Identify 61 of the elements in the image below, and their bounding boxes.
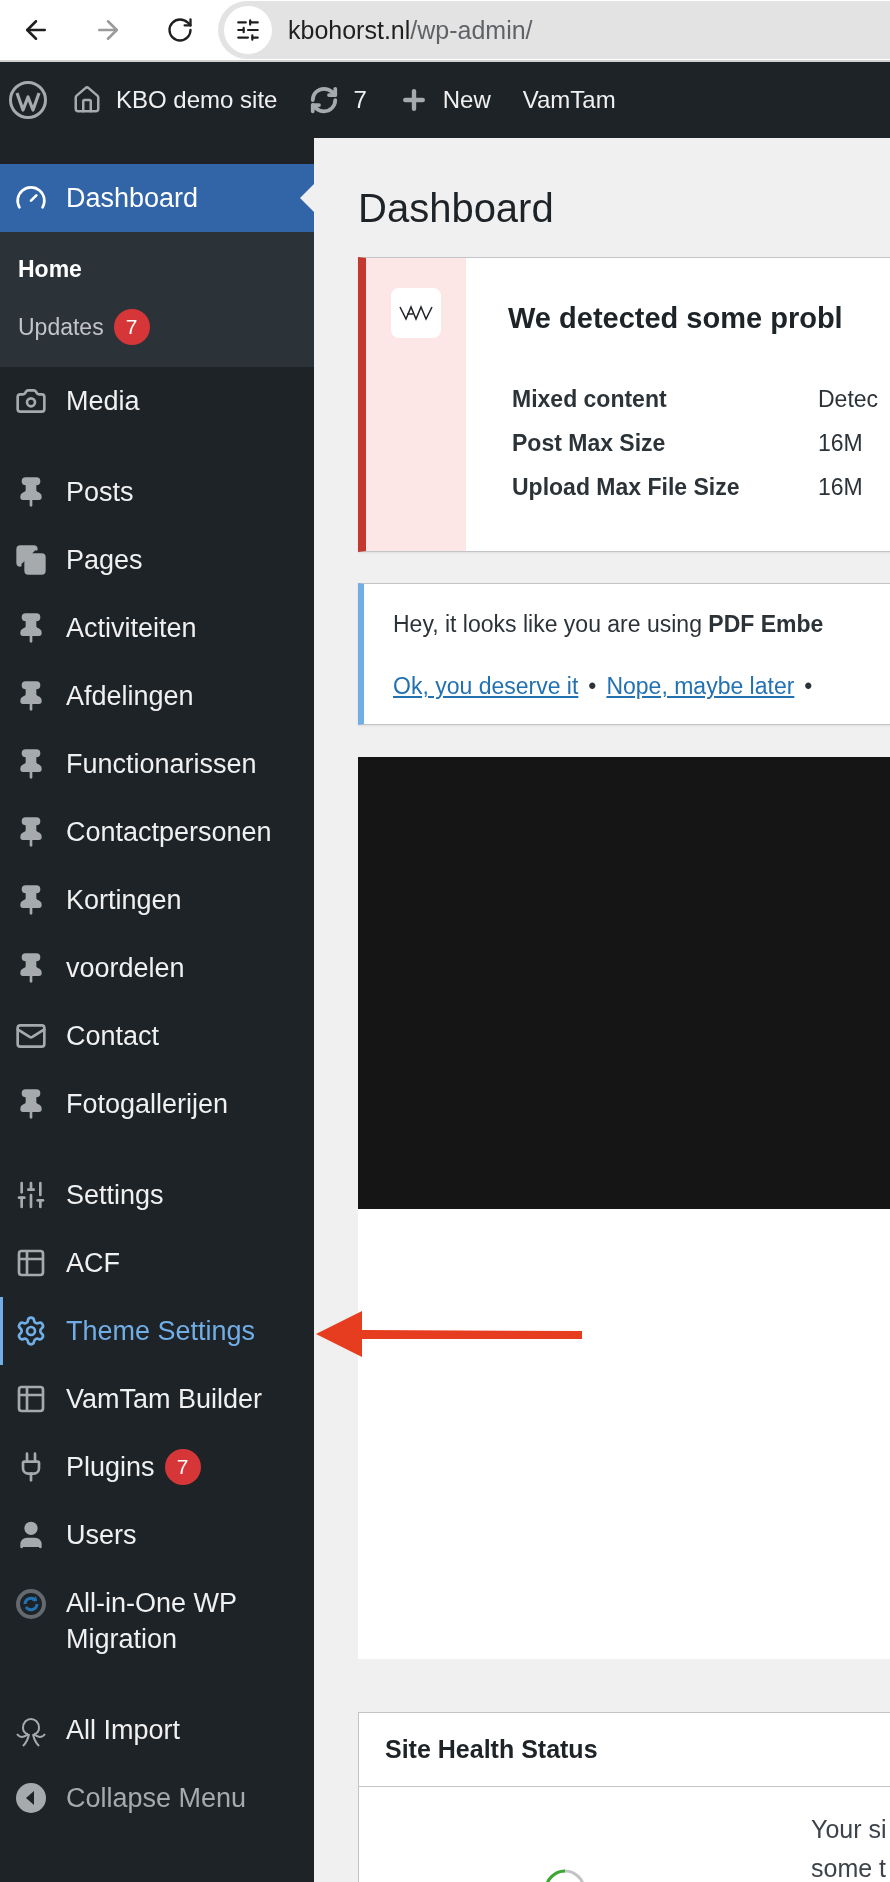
row-label: Mixed content [512,385,668,414]
menu-item[interactable]: VamTam Builder [0,1365,314,1433]
pages-icon [15,544,47,576]
site-name-link[interactable]: KBO demo site [56,62,294,138]
collapse-menu-button[interactable]: Collapse Menu [0,1764,314,1832]
sliders-icon [235,17,261,43]
notice-text: Hey, it looks like you are using PDF Embe [393,610,824,639]
submenu-item[interactable]: Updates 7 [0,298,314,356]
menu-item[interactable]: Settings [0,1161,314,1229]
status-text: Your si [811,1814,887,1845]
collapse-icon [15,1782,47,1814]
sliders-icon [15,1179,47,1211]
row-value: Detec [818,385,879,414]
reload-icon [166,16,194,44]
logo-icon[interactable] [8,80,48,120]
submenu-item[interactable]: Home [0,240,314,298]
notice-link[interactable]: Nope, maybe later [606,668,795,704]
updates-link[interactable]: 7 [293,62,383,138]
menu-item[interactable]: Contactpersonen [0,798,314,866]
logo-icon [391,288,441,338]
menu-item[interactable]: Posts [0,458,314,526]
url-text: kbohorst.nl/wp-admin/ [288,15,533,45]
theme-link[interactable]: VamTam [506,62,632,138]
count-badge: 7 [113,309,150,345]
site-settings-button[interactable] [224,6,272,54]
menu-item[interactable]: Fotogallerijen [0,1070,314,1138]
menu-item[interactable]: Functionarissen [0,730,314,798]
separator-dot: • [588,672,597,701]
page-title: Dashboard [358,185,555,232]
menu-item[interactable]: Plugins 7 [0,1433,314,1501]
refresh-icon [309,85,340,115]
menu-item[interactable]: Users [0,1501,314,1569]
separator-dot: • [804,672,813,701]
menu-item[interactable]: ACF [0,1229,314,1297]
menu-item[interactable]: Contact [0,1002,314,1070]
row-label: Post Max Size [512,429,667,458]
menu-item[interactable]: voordelen [0,934,314,1002]
menu-item[interactable]: Afdelingen [0,662,314,730]
settings-icon [15,1315,47,1347]
row-value: 16M [818,473,864,502]
home-icon [72,85,102,115]
status-text: some t [811,1853,887,1882]
table-icon [15,1383,47,1415]
menu-item[interactable]: All Import [0,1696,314,1764]
menu-item[interactable]: Theme Settings [0,1297,314,1365]
menu-item[interactable]: Kortingen [0,866,314,934]
menu-item[interactable]: Dashboard [0,164,314,232]
notice-link[interactable]: Ok, you deserve it [393,668,579,704]
menu-item[interactable]: All-in-One WP Migration [0,1569,314,1673]
menu-item[interactable]: Pages [0,526,314,594]
menu-item[interactable]: Media [0,367,314,435]
row-label: Upload Max File Size [512,473,741,502]
notice-title: We detected some probl [508,301,844,336]
count-badge: 7 [164,1449,201,1485]
card-title: Site Health Status [359,1713,890,1787]
new-link[interactable]: New [382,62,507,138]
table-icon [15,1247,47,1279]
address-bar[interactable]: kbohorst.nl/wp-admin/ [218,1,890,59]
sync-icon [14,1586,48,1620]
menu-item[interactable]: Activiteiten [0,594,314,662]
row-value: 16M [818,429,864,458]
